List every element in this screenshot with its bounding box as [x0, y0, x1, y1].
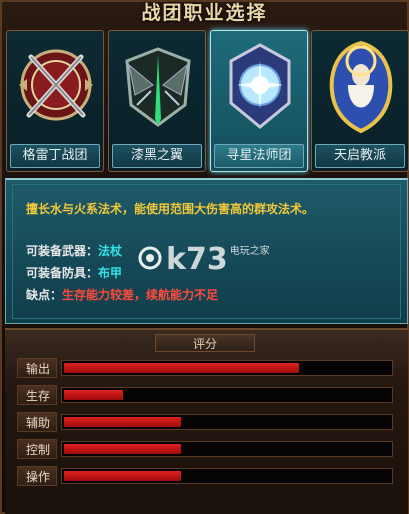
stat-support: 辅助 — [17, 412, 397, 434]
class-selection-window: 战团职业选择 格雷丁战团 漆黑之翼 寻星法师团 天启教派 擅长水与火系法术，能使… — [0, 0, 409, 514]
stat-track — [61, 414, 393, 430]
stat-track — [61, 387, 393, 403]
crossed-swords-emblem-icon — [19, 49, 93, 121]
armor-label: 可装备防具： — [26, 266, 99, 280]
star-orb-emblem-icon — [229, 43, 291, 129]
stat-name: 生存 — [17, 385, 57, 405]
weapon-label: 可装备武器： — [26, 244, 99, 258]
class-label: 寻星法师团 — [214, 144, 304, 168]
class-label: 格雷丁战团 — [10, 144, 100, 168]
watermark-sub: 电玩之家 — [229, 246, 270, 257]
class-card-grading[interactable]: 格雷丁战团 — [6, 30, 104, 172]
stat-track — [61, 441, 393, 457]
rating-panel: 评分 输出 生存 辅助 控制 操作 — [5, 328, 408, 514]
stat-name: 控制 — [17, 439, 57, 459]
class-description-panel: 擅长水与火系法术，能使用范围大伤害高的群攻法术。 可装备武器：法杖 可装备防具：… — [5, 178, 408, 324]
weakness-row: 缺点：生存能力较差，续航能力不足 — [26, 286, 218, 303]
weakness-value: 生存能力较差，续航能力不足 — [62, 288, 219, 302]
stat-control: 控制 — [17, 439, 397, 461]
stat-fill — [64, 363, 299, 373]
rating-header: 评分 — [155, 334, 255, 352]
stat-track — [61, 360, 393, 376]
weapon-row: 可装备武器：法杖 — [26, 242, 122, 259]
armor-value: 布甲 — [98, 266, 123, 280]
watermark-text: k73 — [166, 242, 228, 277]
stat-fill — [64, 417, 181, 427]
watermark-logo-icon — [138, 246, 162, 270]
winged-sword-emblem-icon — [125, 47, 191, 127]
weakness-label: 缺点： — [26, 288, 63, 302]
stat-survival: 生存 — [17, 385, 397, 407]
class-label: 漆黑之翼 — [112, 144, 202, 168]
priestess-emblem-icon — [329, 40, 393, 134]
stat-name: 操作 — [17, 466, 57, 486]
class-card-dark-wings[interactable]: 漆黑之翼 — [108, 30, 206, 172]
class-description-text: 擅长水与火系法术，能使用范围大伤害高的群攻法术。 — [26, 202, 315, 216]
stat-output: 输出 — [17, 358, 397, 380]
watermark: k73 电玩之家 — [166, 242, 270, 277]
stat-fill — [64, 390, 123, 400]
class-card-star-mage[interactable]: 寻星法师团 — [210, 30, 308, 172]
window-title: 战团职业选择 — [141, 2, 268, 24]
stat-name: 辅助 — [17, 412, 57, 432]
class-card-apocalypse[interactable]: 天启教派 — [311, 30, 409, 172]
stat-name: 输出 — [17, 358, 57, 378]
stat-operation: 操作 — [17, 466, 397, 488]
armor-row: 可装备防具：布甲 — [26, 264, 122, 281]
stat-fill — [64, 444, 181, 454]
stat-fill — [64, 471, 181, 481]
class-label: 天启教派 — [315, 144, 405, 168]
stat-track — [61, 468, 393, 484]
weapon-value: 法杖 — [98, 244, 123, 258]
